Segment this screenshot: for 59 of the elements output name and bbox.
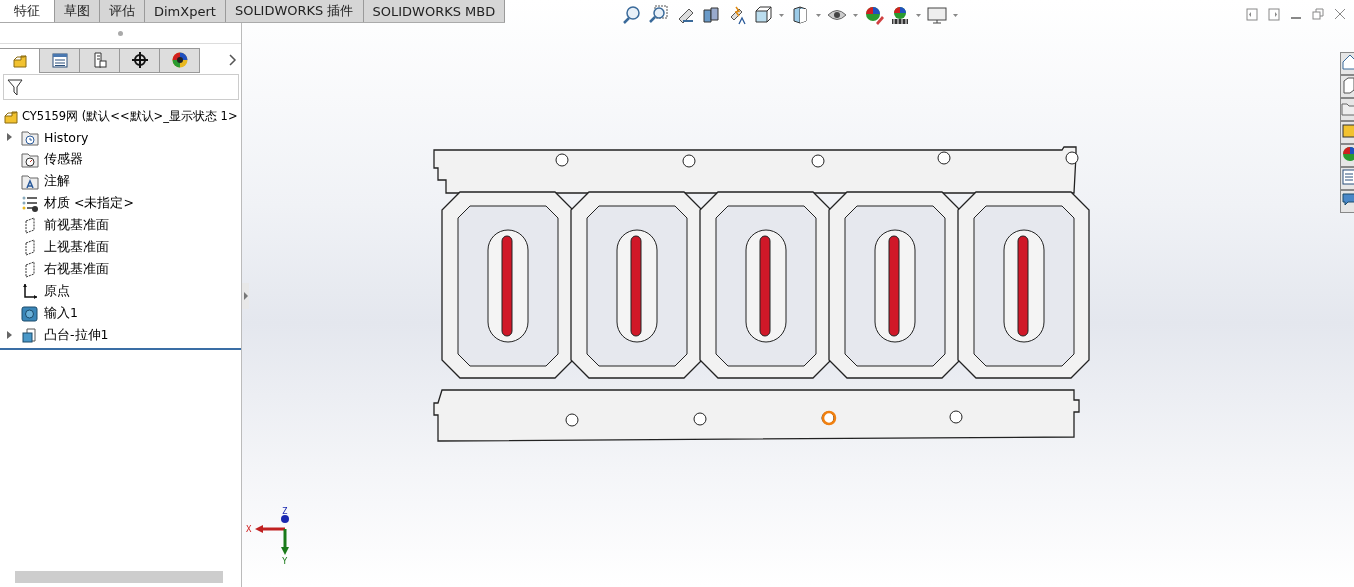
tree-item-label[interactable]: 输入1 xyxy=(44,304,78,322)
dropdown-caret-icon[interactable] xyxy=(853,13,858,17)
task-pane-tab[interactable] xyxy=(1340,98,1354,121)
filter-icon xyxy=(7,78,23,96)
extrude-icon xyxy=(21,326,39,344)
tree-item-label[interactable]: 原点 xyxy=(44,282,70,300)
restore-icon[interactable] xyxy=(1312,8,1324,21)
tree-item-label[interactable]: 传感器 xyxy=(44,150,83,168)
part-icon xyxy=(2,108,20,124)
y-axis-arrow xyxy=(281,529,289,555)
axis-label: Y xyxy=(282,556,288,565)
tree-root-label[interactable]: CY5159网 (默认<<默认>_显示状态 1> xyxy=(22,108,238,124)
axis-label: Z xyxy=(282,507,288,516)
task-pane-tab[interactable] xyxy=(1340,75,1354,98)
z-axis-dot xyxy=(281,515,289,523)
task-pane-tab[interactable] xyxy=(1340,190,1354,213)
tree-item-label[interactable]: 材质 <未指定> xyxy=(44,194,134,212)
tree-item-label[interactable]: 右视基准面 xyxy=(44,260,109,278)
tile-left-icon[interactable] xyxy=(1246,8,1258,21)
expand-arrow-icon[interactable] xyxy=(7,331,12,339)
import-body-icon xyxy=(21,304,39,322)
x-axis-arrow xyxy=(255,525,285,533)
task-pane-tab[interactable] xyxy=(1340,167,1354,190)
panel-grip[interactable] xyxy=(118,30,123,36)
command-tab[interactable]: 特征 xyxy=(0,0,55,22)
tree-item-label[interactable]: 凸台-拉伸1 xyxy=(44,326,109,344)
close-icon[interactable] xyxy=(1334,8,1346,21)
dropdown-caret-icon[interactable] xyxy=(916,13,921,17)
zoom-area-icon[interactable] xyxy=(649,5,669,25)
task-pane-tab[interactable] xyxy=(1340,52,1354,75)
task-pane-tab[interactable] xyxy=(1340,121,1354,144)
annotation-folder-icon xyxy=(21,172,39,190)
dropdown-caret-icon[interactable] xyxy=(779,13,784,17)
zoom-to-fit-icon[interactable] xyxy=(623,5,643,25)
color-ball-icon xyxy=(170,51,189,69)
crosshair-icon xyxy=(130,51,149,69)
expand-arrow-icon[interactable] xyxy=(7,133,12,141)
sensor-folder-icon xyxy=(21,150,39,168)
splitter-handle[interactable] xyxy=(242,283,249,309)
filter-field[interactable] xyxy=(3,74,239,100)
horizontal-scrollbar[interactable] xyxy=(15,571,223,583)
tree-item-label[interactable]: 前视基准面 xyxy=(44,216,109,234)
home-icon xyxy=(1341,53,1354,71)
axis-label: X xyxy=(246,524,252,534)
monitor-icon[interactable] xyxy=(927,5,947,25)
origin-icon xyxy=(21,282,39,300)
tree-item-label[interactable]: History xyxy=(44,129,89,145)
tree-item-label[interactable]: 上视基准面 xyxy=(44,238,109,256)
property-list-icon xyxy=(50,51,69,69)
history-folder-icon xyxy=(21,128,39,146)
panel-tab[interactable] xyxy=(160,47,200,73)
tile-right-icon[interactable] xyxy=(1268,8,1280,21)
material-icon xyxy=(21,194,39,212)
dropdown-caret-icon[interactable] xyxy=(816,13,821,17)
task-pane-tab[interactable] xyxy=(1340,144,1354,167)
panel-tab[interactable] xyxy=(120,47,160,73)
tree-item-label[interactable]: 注解 xyxy=(44,172,70,190)
dropdown-caret-icon[interactable] xyxy=(953,13,958,17)
chevron-right-icon[interactable] xyxy=(229,54,237,66)
